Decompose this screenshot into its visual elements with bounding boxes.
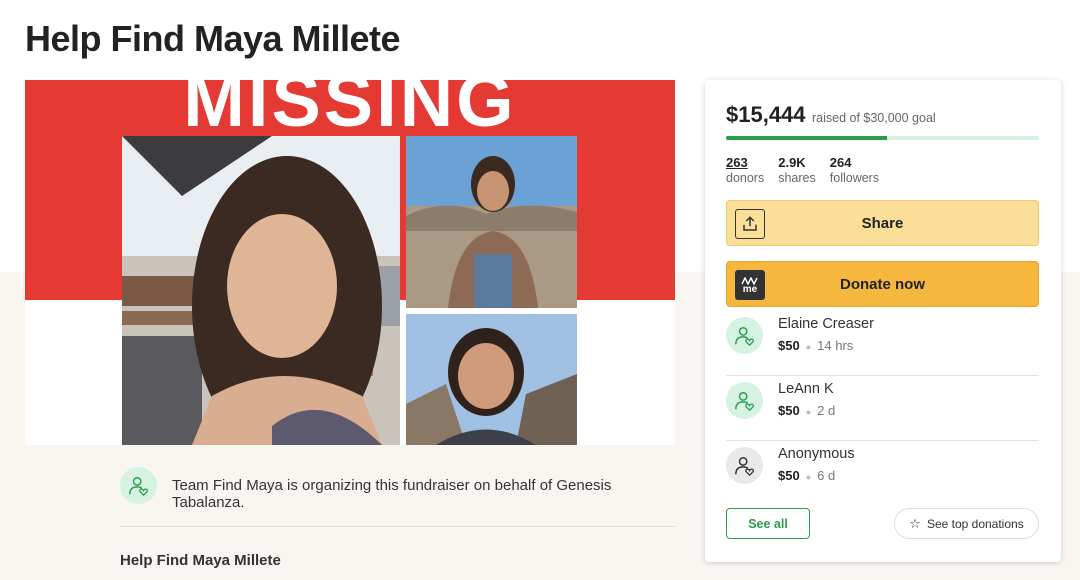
donor-meta: $50 ● 6 d (778, 468, 835, 483)
separator-dot: ● (805, 341, 812, 352)
amount-raised: $15,444 (726, 102, 806, 127)
stats-row: 263 donors 2.9K shares 264 followers (726, 155, 879, 185)
donor-avatar (726, 447, 763, 484)
donor-meta: $50 ● 2 d (778, 403, 835, 418)
donor-name: Anonymous (778, 446, 855, 462)
progress-bar-fill (726, 136, 888, 140)
see-top-donations-label: See top donations (926, 516, 1024, 531)
user-heart-icon (734, 326, 754, 346)
stat-value: 2.9K (778, 155, 806, 170)
goal-text: raised of $30,000 goal (811, 111, 936, 125)
donor-name: LeAnn K (778, 381, 834, 397)
stat-followers: 264 followers (830, 155, 879, 185)
content-divider (120, 526, 675, 527)
story-title: Help Find Maya Millete (120, 552, 281, 569)
see-all-button[interactable]: See all (726, 508, 810, 539)
stat-label: followers (829, 171, 880, 185)
donor-item: Anonymous $50 ● 6 d (726, 442, 1039, 506)
user-heart-icon (734, 391, 754, 411)
upload-icon (735, 209, 765, 239)
donate-now-button[interactable]: me Donate now (726, 261, 1039, 307)
donor-amount: $50 (778, 338, 800, 353)
page-title: Help Find Maya Millete (25, 18, 401, 59)
donate-button-label: Donate now (840, 275, 925, 293)
donor-amount: $50 (778, 403, 800, 418)
organizer-text: Team Find Maya is organizing this fundra… (172, 477, 612, 511)
separator-dot: ● (805, 406, 812, 417)
donor-meta: $50 ● 14 hrs (778, 338, 853, 353)
donor-avatar (726, 317, 763, 354)
photo-smiling (406, 314, 577, 445)
organizer-info: Team Find Maya is organizing this fundra… (120, 467, 675, 511)
donor-divider (726, 375, 1039, 376)
donor-time: 2 d (817, 403, 836, 418)
user-heart-icon (734, 456, 754, 476)
see-top-donations-button[interactable]: ☆ See top donations (894, 508, 1039, 539)
donor-item: LeAnn K $50 ● 2 d (726, 377, 1039, 441)
donor-item: Elaine Creaser $50 ● 14 hrs (726, 312, 1039, 376)
gofundme-icon: me (735, 270, 765, 300)
organizer-avatar (120, 467, 157, 504)
donor-avatar (726, 382, 763, 419)
progress-bar (726, 136, 1039, 140)
stat-value: 264 (829, 155, 852, 170)
amount-raised-row: $15,444 raised of $30,000 goal (726, 102, 936, 128)
donation-card: $15,444 raised of $30,000 goal 263 donor… (705, 80, 1061, 562)
user-heart-icon (128, 476, 148, 496)
star-icon: ☆ (909, 515, 921, 531)
photo-main (122, 136, 400, 445)
separator-dot: ● (805, 471, 812, 482)
stat-value: 263 (726, 155, 748, 170)
hero-image: MISSING (25, 80, 675, 445)
stat-label: donors (726, 171, 765, 185)
stat-shares: 2.9K shares (778, 155, 816, 185)
poster-headline: MISSING (183, 80, 517, 142)
donor-time: 14 hrs (817, 338, 854, 353)
share-button-label: Share (861, 214, 904, 232)
donate-icon-text: me (742, 283, 758, 295)
photo-desert (406, 136, 577, 308)
donor-divider (726, 440, 1039, 441)
share-button[interactable]: Share (726, 200, 1039, 246)
stat-label: shares (778, 171, 816, 185)
donor-amount: $50 (778, 468, 800, 483)
donor-name: Elaine Creaser (778, 316, 874, 332)
donor-time: 6 d (817, 468, 836, 483)
stat-donors[interactable]: 263 donors (726, 155, 764, 185)
